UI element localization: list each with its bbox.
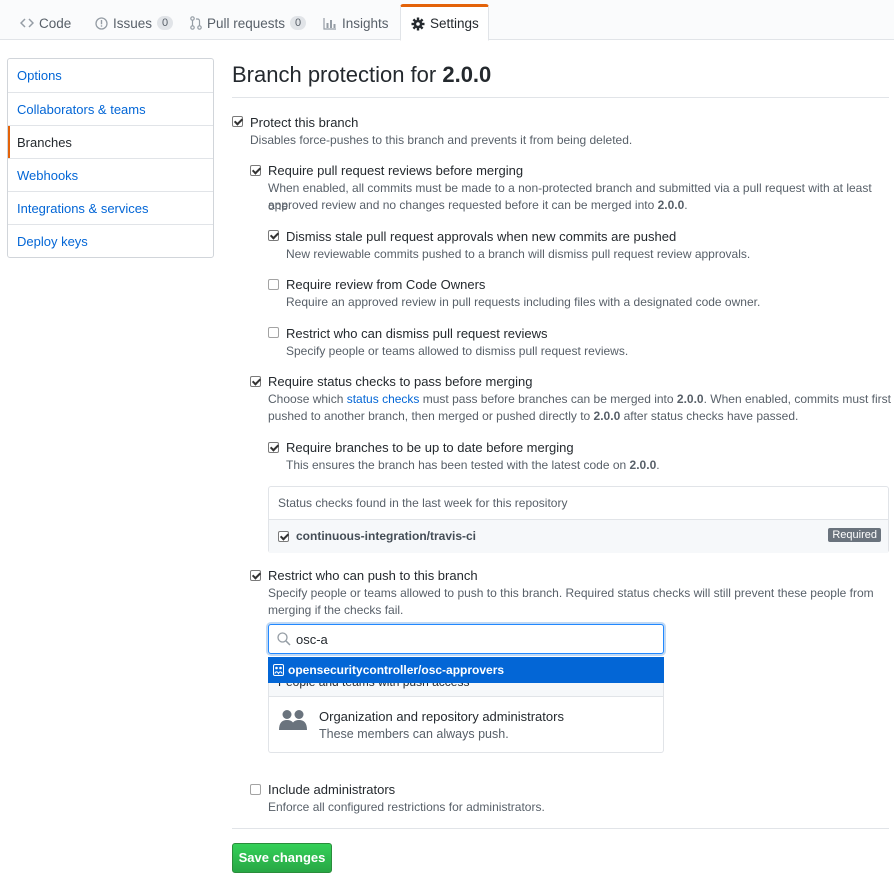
require-reviews-checkbox[interactable] xyxy=(250,165,261,176)
up-to-date-note-c: . xyxy=(656,458,660,472)
divider xyxy=(232,828,889,829)
team-icon xyxy=(273,664,284,679)
gear-icon xyxy=(411,17,425,31)
sidebar-item-branches[interactable]: Branches xyxy=(8,125,213,158)
require-reviews-branch: 2.0.0 xyxy=(657,198,685,212)
tab-insights-label: Insights xyxy=(342,15,389,31)
tab-pull-requests-label: Pull requests xyxy=(207,15,286,31)
sidebar-item-collaborators[interactable]: Collaborators & teams xyxy=(8,92,213,125)
dismiss-stale-note: New reviewable commits pushed to a branc… xyxy=(286,247,751,261)
status-checks-branch-1: 2.0.0 xyxy=(676,392,704,406)
restrict-dismiss-note: Specify people or teams allowed to dismi… xyxy=(286,344,629,358)
up-to-date-checkbox[interactable] xyxy=(268,442,279,453)
require-reviews-note-2: approved review and no changes requested… xyxy=(268,196,688,214)
sidebar-item-options[interactable]: Options xyxy=(8,59,213,92)
status-check-row: continuous-integration/travis-ci Require… xyxy=(269,520,888,553)
status-checks-branch-2: 2.0.0 xyxy=(593,409,621,423)
protect-branch-note: Disables force-pushes to this branch and… xyxy=(250,133,633,147)
push-search-input[interactable] xyxy=(296,629,656,649)
tab-settings[interactable]: Settings xyxy=(400,4,489,41)
suggestion-label: opensecuritycontroller/osc-approvers xyxy=(288,663,505,677)
pull-request-icon xyxy=(190,16,202,30)
sidebar-item-integrations[interactable]: Integrations & services xyxy=(8,191,213,224)
code-owners-label: Require review from Code Owners xyxy=(286,277,486,292)
push-search-box xyxy=(268,624,664,654)
status-checks-box: Status checks found in the last week for… xyxy=(268,486,889,553)
people-icon xyxy=(279,709,309,734)
include-admins-note: Enforce all configured restrictions for … xyxy=(268,800,545,814)
admins-title: Organization and repository administrato… xyxy=(319,709,564,724)
save-changes-button[interactable]: Save changes xyxy=(232,843,332,873)
status-check-name: continuous-integration/travis-ci xyxy=(296,529,477,543)
tab-pull-requests[interactable]: Pull requests 0 xyxy=(180,6,316,40)
tab-code-label: Code xyxy=(39,15,72,31)
page-title: Branch protection for 2.0.0 xyxy=(232,62,491,88)
status-checks-note-1b: must pass before branches can be merged … xyxy=(419,392,677,406)
code-icon xyxy=(20,17,34,29)
admins-note: These members can always push. xyxy=(319,727,509,741)
page-title-prefix: Branch protection for xyxy=(232,62,443,87)
issue-icon xyxy=(95,16,108,30)
status-checks-checkbox[interactable] xyxy=(250,376,261,387)
issues-count: 0 xyxy=(157,16,174,30)
require-reviews-note-2c: . xyxy=(684,198,688,212)
require-reviews-label: Require pull request reviews before merg… xyxy=(268,163,524,178)
tab-issues-label: Issues xyxy=(113,15,153,31)
status-checks-link[interactable]: status checks xyxy=(347,392,420,406)
code-owners-note: Require an approved review in pull reque… xyxy=(286,295,761,309)
status-checks-note-2: pushed to another branch, then merged or… xyxy=(268,407,798,425)
suggestion-item[interactable]: opensecuritycontroller/osc-approvers xyxy=(268,657,664,683)
tab-settings-label: Settings xyxy=(430,16,479,31)
status-checks-box-header: Status checks found in the last week for… xyxy=(269,487,888,520)
settings-sidebar: Options Collaborators & teams Branches W… xyxy=(7,58,214,258)
restrict-dismiss-checkbox[interactable] xyxy=(268,327,279,338)
require-reviews-note-2a: approved review and no changes requested… xyxy=(268,198,658,212)
status-checks-note-2a: pushed to another branch, then merged or… xyxy=(268,409,594,423)
status-checks-note-2c: after status checks have passed. xyxy=(620,409,799,423)
up-to-date-label: Require branches to be up to date before… xyxy=(286,440,574,455)
divider xyxy=(232,97,889,98)
restrict-push-note-2: merging if the checks fail. xyxy=(268,603,404,617)
up-to-date-note-a: This ensures the branch has been tested … xyxy=(286,458,630,472)
repo-nav-tabs: Code Issues 0 Pull requests 0 Insights S… xyxy=(0,0,894,41)
dismiss-stale-label: Dismiss stale pull request approvals whe… xyxy=(286,229,677,244)
dismiss-stale-checkbox[interactable] xyxy=(268,230,279,241)
up-to-date-note: This ensures the branch has been tested … xyxy=(286,456,660,474)
up-to-date-branch: 2.0.0 xyxy=(629,458,657,472)
pull-requests-count: 0 xyxy=(290,16,307,30)
search-icon xyxy=(277,632,291,649)
graph-icon xyxy=(323,17,337,30)
protect-branch-label: Protect this branch xyxy=(250,115,359,130)
required-badge[interactable]: Required xyxy=(828,528,881,542)
tab-code[interactable]: Code xyxy=(10,6,81,40)
code-owners-checkbox[interactable] xyxy=(268,279,279,290)
restrict-push-label: Restrict who can push to this branch xyxy=(268,568,478,583)
tab-issues[interactable]: Issues 0 xyxy=(85,6,183,40)
branch-name: 2.0.0 xyxy=(442,62,492,87)
protect-branch-checkbox[interactable] xyxy=(232,116,243,127)
tab-insights[interactable]: Insights xyxy=(313,6,399,40)
status-checks-label: Require status checks to pass before mer… xyxy=(268,374,533,389)
include-admins-label: Include administrators xyxy=(268,782,396,797)
sidebar-item-deploy-keys[interactable]: Deploy keys xyxy=(8,224,213,257)
status-checks-note-1a: Choose which xyxy=(268,392,347,406)
status-checks-note-1: Choose which status checks must pass bef… xyxy=(268,390,894,408)
restrict-push-note-1: Specify people or teams allowed to push … xyxy=(268,586,874,600)
status-checks-note-1d: . When enabled, commits must first be xyxy=(703,392,894,406)
restrict-dismiss-label: Restrict who can dismiss pull request re… xyxy=(286,326,548,341)
sidebar-item-webhooks[interactable]: Webhooks xyxy=(8,158,213,191)
restrict-push-checkbox[interactable] xyxy=(250,570,261,581)
include-admins-checkbox[interactable] xyxy=(250,784,261,795)
status-check-checkbox[interactable] xyxy=(278,531,289,542)
